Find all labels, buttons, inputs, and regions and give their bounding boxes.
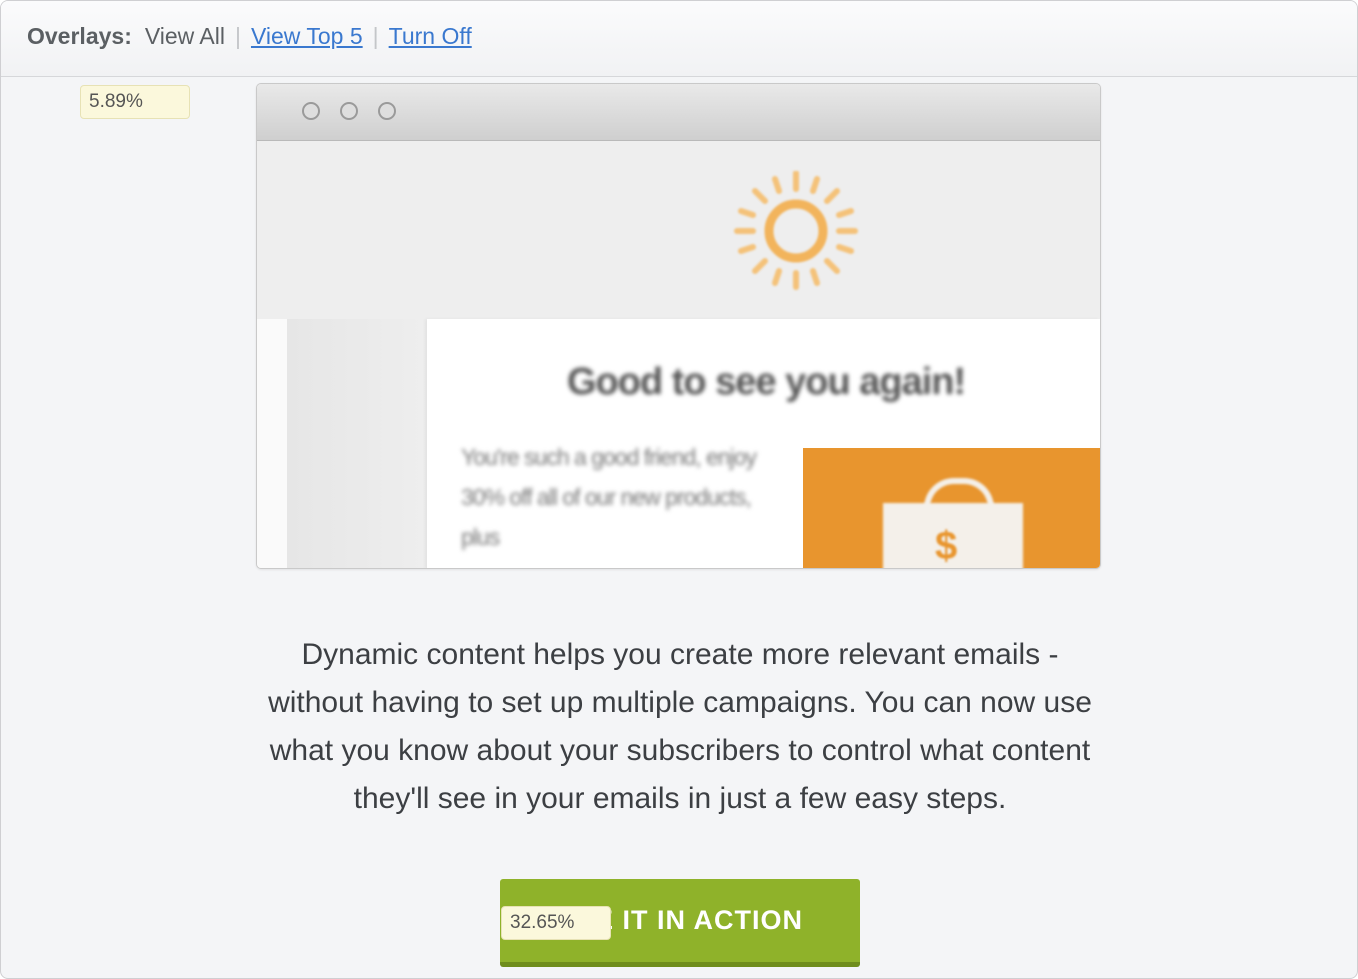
email-body-text: You're such a good friend, enjoy 30% off… [461, 444, 757, 550]
overlay-controls: Overlays: View All | View Top 5 | Turn O… [27, 23, 472, 50]
dollar-icon: $ [935, 524, 958, 568]
overlays-label: Overlays: [27, 23, 132, 49]
feature-description: Dynamic content helps you create more re… [268, 638, 1092, 815]
window-dot-icon [378, 102, 396, 120]
view-top-5-link[interactable]: View Top 5 [251, 23, 363, 50]
page-frame: Overlays: View All | View Top 5 | Turn O… [0, 0, 1358, 979]
email-card: Good to see you again! You're such a goo… [427, 319, 1100, 568]
email-hero [257, 141, 1100, 319]
sun-icon [734, 171, 858, 290]
click-percentage-badge[interactable]: 5.89% [80, 85, 190, 119]
browser-titlebar [257, 84, 1100, 141]
email-left-margin [287, 319, 427, 568]
window-dot-icon [340, 102, 358, 120]
separator: | [372, 23, 379, 49]
turn-off-link[interactable]: Turn Off [389, 23, 472, 50]
view-all-current: View All [144, 23, 225, 49]
overlay-toolbar: Overlays: View All | View Top 5 | Turn O… [1, 1, 1357, 77]
click-percentage-badge[interactable]: 32.65% [501, 906, 611, 940]
promo-block: $ [803, 448, 1100, 568]
email-heading: Good to see you again! [567, 361, 966, 403]
email-left-strip [257, 319, 287, 568]
separator: | [234, 23, 241, 49]
window-dot-icon [302, 102, 320, 120]
email-preview-image: Good to see you again! You're such a goo… [256, 83, 1101, 569]
